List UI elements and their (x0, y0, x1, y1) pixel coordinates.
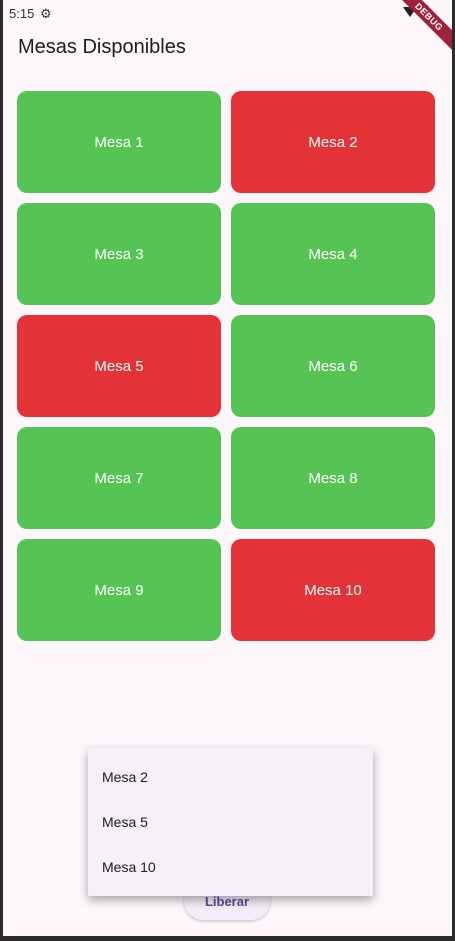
table-label: Mesa 10 (304, 581, 362, 599)
settings-gear-icon: ⚙ (40, 6, 52, 21)
menu-item-mesa-2[interactable]: Mesa 2 (88, 754, 373, 799)
table-tile[interactable]: Mesa 4 (231, 203, 435, 305)
debug-banner: DEBUG (392, 0, 452, 54)
menu-item-mesa-10[interactable]: Mesa 10 (88, 844, 373, 889)
table-tile[interactable]: Mesa 1 (17, 91, 221, 193)
table-tile[interactable]: Mesa 3 (17, 203, 221, 305)
menu-item-mesa-5[interactable]: Mesa 5 (88, 799, 373, 844)
table-label: Mesa 4 (308, 245, 358, 263)
table-tile[interactable]: Mesa 5 (17, 315, 221, 417)
table-tile[interactable]: Mesa 9 (17, 539, 221, 641)
tables-grid: Mesa 1 Mesa 2 Mesa 3 Mesa 4 Mesa 5 Mesa … (17, 91, 435, 641)
table-label: Mesa 2 (308, 133, 358, 151)
table-tile[interactable]: Mesa 10 (231, 539, 435, 641)
app-screen: 5:15 ⚙ DEBUG Mesas Disponibles Mesa 1 Me… (3, 0, 452, 936)
table-tile[interactable]: Mesa 6 (231, 315, 435, 417)
status-bar: 5:15 ⚙ DEBUG (3, 0, 452, 54)
table-label: Mesa 5 (94, 357, 144, 375)
table-label: Mesa 3 (94, 245, 144, 263)
table-label: Mesa 7 (94, 469, 144, 487)
table-tile[interactable]: Mesa 2 (231, 91, 435, 193)
page-title: Mesas Disponibles (18, 36, 186, 58)
table-label: Mesa 8 (308, 469, 358, 487)
status-time: 5:15 (9, 6, 35, 21)
table-tile[interactable]: Mesa 7 (17, 427, 221, 529)
table-tile[interactable]: Mesa 8 (231, 427, 435, 529)
table-label: Mesa 9 (94, 581, 144, 599)
table-label: Mesa 1 (94, 133, 144, 151)
table-label: Mesa 6 (308, 357, 358, 375)
occupied-tables-menu: Mesa 2 Mesa 5 Mesa 10 (88, 748, 373, 896)
